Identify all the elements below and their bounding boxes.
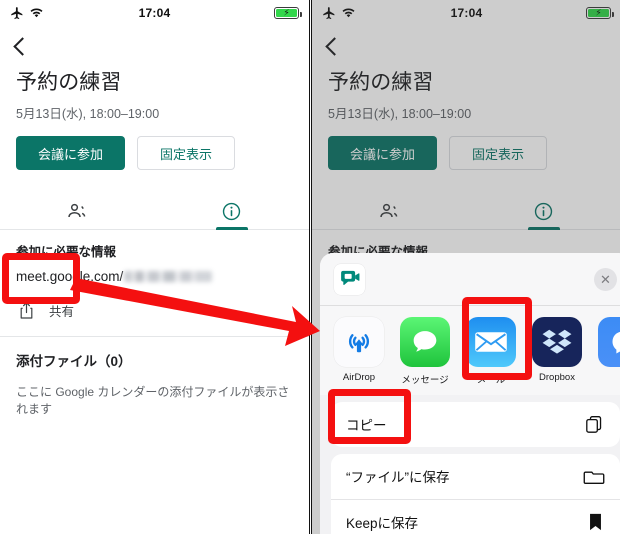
phone-screen-before: 17:04 ⚡ 予約の練習 5月13日(水), 18:00–19:00 会議に参… <box>0 0 310 534</box>
phone-screen-after: 17:04 ⚡ 予約の練習 5月13日(水), 18:00–19:00 会議に参… <box>311 0 620 534</box>
event-date: 5月13日(水), 18:00–19:00 <box>16 107 160 122</box>
back-chevron-icon <box>325 36 344 56</box>
status-time: 17:04 <box>138 6 171 20</box>
attachments-heading: 添付ファイル（0） <box>16 354 132 370</box>
tab-info[interactable] <box>155 187 310 231</box>
join-meeting-button[interactable]: 会議に参加 <box>328 136 438 171</box>
action-card-copy: コピー <box>331 401 620 447</box>
pin-button[interactable]: 固定表示 <box>137 136 236 171</box>
action-label: コピー <box>346 418 387 433</box>
share-sheet: ✕ AirDrop メッセージ メール Dropbox コピー “ファイル”に保… <box>320 253 620 534</box>
battery-charging-icon: ⚡ <box>274 7 302 19</box>
meet-url[interactable]: meet.google.com/ <box>16 269 293 284</box>
close-icon[interactable]: ✕ <box>594 267 617 291</box>
back-button[interactable] <box>312 26 620 66</box>
meet-url-prefix: meet.google.com/ <box>16 269 124 285</box>
share-app-dropbox[interactable]: Dropbox <box>532 316 582 386</box>
share-app-messages[interactable]: メッセージ <box>400 316 450 386</box>
battery-charging-icon: ⚡ <box>586 7 614 19</box>
share-sheet-header: ✕ <box>320 253 620 305</box>
action-label: “ファイル”に保存 <box>346 470 450 485</box>
page-title: 予約の練習 <box>16 71 122 94</box>
action-label: Keepに保存 <box>346 516 419 531</box>
screenshot-root: 17:04 ⚡ 予約の練習 5月13日(水), 18:00–19:00 会議に参… <box>0 0 620 534</box>
page-title: 予約の練習 <box>328 71 434 94</box>
share-label: 共有 <box>49 304 75 319</box>
tab-info[interactable] <box>467 187 620 231</box>
pin-button[interactable]: 固定表示 <box>449 136 548 171</box>
app-label: メール <box>476 374 506 386</box>
dropbox-icon <box>532 316 582 367</box>
share-icon <box>18 301 35 320</box>
join-meeting-button[interactable]: 会議に参加 <box>16 136 126 171</box>
event-header: 予約の練習 5月13日(水), 18:00–19:00 <box>0 66 309 122</box>
status-time: 17:04 <box>450 6 483 20</box>
copy-icon <box>584 414 605 435</box>
info-icon <box>221 201 242 222</box>
tab-active-indicator <box>527 227 560 231</box>
back-chevron-icon <box>13 36 32 56</box>
join-info-section: 参加に必要な情報 meet.google.com/ 共有 <box>0 230 309 330</box>
share-app-mail[interactable]: メール <box>466 316 516 386</box>
action-buttons: 会議に参加 固定表示 <box>312 122 620 171</box>
back-button[interactable] <box>0 26 309 66</box>
tab-active-indicator <box>215 227 248 231</box>
share-action-list: コピー “ファイル”に保存 Keepに保存 <box>320 395 620 534</box>
mail-icon <box>466 316 516 367</box>
share-app-messenger[interactable] <box>598 316 620 386</box>
people-icon <box>66 200 88 222</box>
event-date: 5月13日(水), 18:00–19:00 <box>328 107 472 122</box>
people-icon <box>378 200 400 222</box>
status-bar-2: 17:04 ⚡ <box>312 0 620 26</box>
share-app-row: AirDrop メッセージ メール Dropbox <box>320 305 620 395</box>
share-button[interactable]: 共有 <box>16 290 293 330</box>
messenger-icon <box>598 316 620 367</box>
action-card-list: “ファイル”に保存 Keepに保存 <box>331 453 620 534</box>
app-label: AirDrop <box>342 371 376 383</box>
bookmark-icon <box>586 512 605 532</box>
meet-url-redacted <box>124 271 213 283</box>
action-copy[interactable]: コピー <box>331 402 620 447</box>
status-bar: 17:04 ⚡ <box>0 0 309 26</box>
event-header: 予約の練習 5月13日(水), 18:00–19:00 <box>312 66 620 122</box>
action-save-to-keep[interactable]: Keepに保存 <box>331 498 620 534</box>
tab-people[interactable] <box>312 187 467 229</box>
action-buttons: 会議に参加 固定表示 <box>0 122 309 171</box>
google-meet-icon <box>334 263 365 295</box>
tab-people[interactable] <box>0 187 155 229</box>
app-label: メッセージ <box>401 374 449 386</box>
action-save-to-files[interactable]: “ファイル”に保存 <box>331 454 620 499</box>
tab-bar <box>312 187 620 231</box>
app-label: Dropbox <box>539 371 575 383</box>
tab-bar <box>0 187 310 231</box>
attachments-empty-text: ここに Google カレンダーの添付ファイルが表示されます <box>16 385 290 417</box>
airdrop-icon <box>334 316 384 367</box>
section-heading: 参加に必要な情報 <box>16 245 117 260</box>
share-app-airdrop[interactable]: AirDrop <box>334 316 384 386</box>
info-icon <box>533 201 554 222</box>
folder-icon <box>583 466 605 486</box>
messages-icon <box>400 316 450 367</box>
